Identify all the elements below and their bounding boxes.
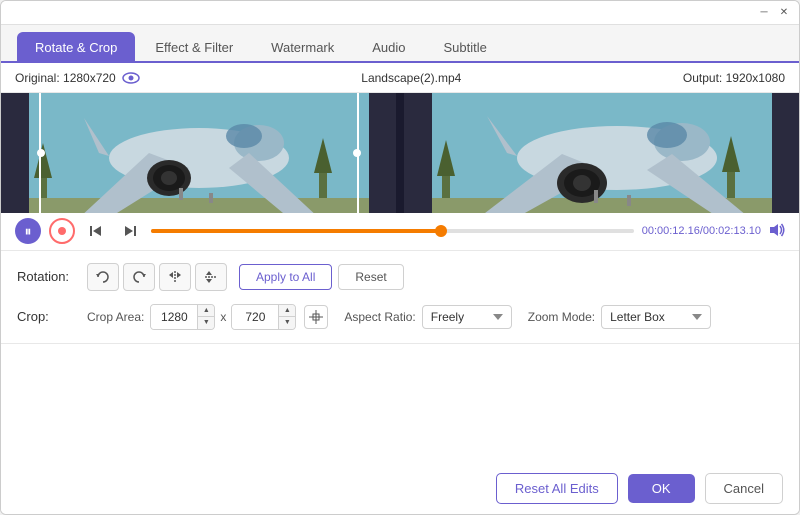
height-field[interactable]: ▲ ▼: [231, 304, 296, 330]
rotation-label: Rotation:: [17, 269, 87, 284]
tab-audio[interactable]: Audio: [354, 32, 423, 63]
tab-bar: Rotate & Crop Effect & Filter Watermark …: [1, 25, 799, 63]
volume-icon[interactable]: [769, 223, 785, 240]
aspect-ratio-select[interactable]: Freely 16:9 4:3 1:1 9:16: [422, 305, 512, 329]
dimension-separator: x: [215, 310, 231, 324]
width-spinners: ▲ ▼: [197, 305, 214, 329]
filename-label: Landscape(2).mp4: [140, 71, 683, 85]
close-button[interactable]: ✕: [777, 6, 791, 20]
playback-controls: ⏸ 00:00:12.16/00:02:13.10: [1, 213, 799, 251]
prev-frame-button[interactable]: [83, 218, 109, 244]
video-divider: [396, 93, 404, 213]
zoom-mode-label: Zoom Mode:: [528, 310, 595, 324]
cancel-button[interactable]: Cancel: [705, 473, 783, 504]
original-resolution: Original: 1280x720: [15, 71, 116, 85]
record-button[interactable]: [49, 218, 75, 244]
pause-button[interactable]: ⏸: [15, 218, 41, 244]
info-bar: Original: 1280x720 Landscape(2).mp4 Outp…: [1, 63, 799, 93]
flip-horizontal-button[interactable]: [159, 263, 191, 291]
video-panel-left: [1, 93, 396, 213]
reset-all-edits-button[interactable]: Reset All Edits: [496, 473, 618, 504]
width-field[interactable]: ▲ ▼: [150, 304, 215, 330]
tab-effect-filter[interactable]: Effect & Filter: [137, 32, 251, 63]
progress-bar[interactable]: [151, 229, 634, 233]
aspect-ratio-label: Aspect Ratio:: [344, 310, 415, 324]
title-bar: ─ ✕: [1, 1, 799, 25]
rotation-buttons: [87, 263, 227, 291]
width-down-button[interactable]: ▼: [198, 317, 214, 329]
crop-area-label: Crop Area:: [87, 310, 144, 324]
crop-label: Crop:: [17, 309, 87, 324]
ok-button[interactable]: OK: [628, 474, 695, 503]
settings-panel: Rotation: Apply to All Reset Crop:: [1, 251, 799, 344]
eye-icon[interactable]: [122, 72, 140, 84]
video-area: [1, 93, 799, 213]
minimize-button[interactable]: ─: [757, 6, 771, 20]
center-crop-button[interactable]: [304, 305, 328, 329]
main-window: ─ ✕ Rotate & Crop Effect & Filter Waterm…: [0, 0, 800, 515]
video-panel-right: [404, 93, 799, 213]
video-preview-left: [29, 93, 369, 213]
apply-to-all-button[interactable]: Apply to All: [239, 264, 332, 290]
next-frame-button[interactable]: [117, 218, 143, 244]
tab-watermark[interactable]: Watermark: [253, 32, 352, 63]
height-down-button[interactable]: ▼: [279, 317, 295, 329]
rotate-cw-button[interactable]: [123, 263, 155, 291]
progress-fill: [151, 229, 441, 233]
rotation-row: Rotation: Apply to All Reset: [17, 261, 783, 293]
zoom-mode-select[interactable]: Letter Box Pan & Scan Full: [601, 305, 711, 329]
tab-rotate-crop[interactable]: Rotate & Crop: [17, 32, 135, 63]
time-display: 00:00:12.16/00:02:13.10: [642, 225, 761, 237]
reset-rotation-button[interactable]: Reset: [338, 264, 403, 290]
crop-row: Crop: Crop Area: ▲ ▼ x ▲ ▼: [17, 301, 783, 333]
video-preview-right: [432, 93, 772, 213]
spacer: [1, 344, 799, 464]
progress-thumb[interactable]: [435, 225, 447, 237]
height-up-button[interactable]: ▲: [279, 305, 295, 317]
height-spinners: ▲ ▼: [278, 305, 295, 329]
rotate-ccw-button[interactable]: [87, 263, 119, 291]
width-up-button[interactable]: ▲: [198, 305, 214, 317]
flip-vertical-button[interactable]: [195, 263, 227, 291]
tab-subtitle[interactable]: Subtitle: [426, 32, 505, 63]
width-input[interactable]: [151, 305, 197, 329]
height-input[interactable]: [232, 305, 278, 329]
output-resolution: Output: 1920x1080: [683, 71, 785, 85]
bottom-bar: Reset All Edits OK Cancel: [1, 463, 799, 514]
